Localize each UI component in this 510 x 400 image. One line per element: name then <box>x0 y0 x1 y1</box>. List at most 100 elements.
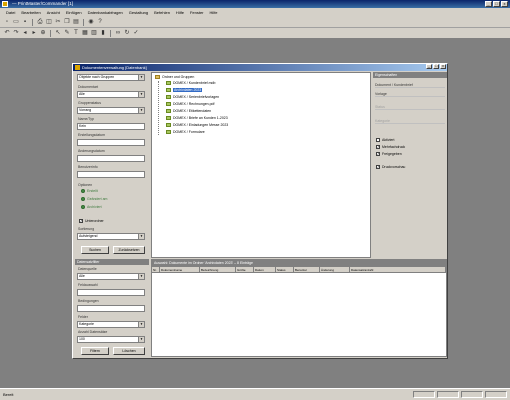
zoom-icon[interactable]: ⊕ <box>39 29 47 37</box>
tree-item[interactable]: DOMEX / Briefe an Kunden 1-2023 <box>166 116 228 120</box>
chevron-down-icon[interactable]: ▼ <box>138 337 144 342</box>
pencil-icon[interactable]: ✎ <box>63 29 71 37</box>
multi-print-checkbox[interactable]: ✓ Mehrfachdruck <box>376 145 405 149</box>
select-icon[interactable]: ↖ <box>54 29 62 37</box>
paste-icon[interactable]: ▤ <box>72 18 80 26</box>
column-header[interactable]: Benutzer <box>294 267 320 272</box>
table-icon[interactable]: ▥ <box>90 29 98 37</box>
column-header[interactable]: Datum <box>254 267 276 272</box>
menu-item-einfuegen[interactable]: Einfügen <box>63 8 85 17</box>
child-maximize-button[interactable]: □ <box>433 64 439 69</box>
preview-checkbox[interactable]: ✓ Druckvorschau <box>376 165 405 169</box>
toolbar-separator <box>110 29 111 37</box>
save-icon[interactable]: ▪ <box>21 18 29 26</box>
conditions-input[interactable] <box>77 305 145 312</box>
column-header[interactable]: Dokumentname <box>160 267 200 272</box>
radio-created[interactable]: Erstellt <box>81 189 98 193</box>
chevron-down-icon[interactable]: ▼ <box>138 274 144 279</box>
property-template[interactable]: Vorlage <box>375 91 445 97</box>
radio-archived[interactable]: Archiviert <box>81 205 102 209</box>
toolbar-separator <box>32 18 33 26</box>
radio-archived-label: Archiviert <box>87 205 102 209</box>
arrow-right-icon[interactable]: ▸ <box>30 29 38 37</box>
refresh-icon[interactable]: ↻ <box>123 29 131 37</box>
menu-item-hilfe-2[interactable]: Hilfe <box>207 8 221 17</box>
data-source-label: Datenquelle <box>78 267 97 271</box>
menu-item-datenbankabfragen[interactable]: Datenbankabfragen <box>85 8 126 17</box>
minimize-button[interactable]: _ <box>485 1 492 7</box>
menu-item-hilfe[interactable]: Hilfe <box>173 8 187 17</box>
tree-item[interactable]: DOMEX / Rechnungen.pdf <box>166 102 214 106</box>
child-minimize-button[interactable]: _ <box>426 64 432 69</box>
reset-button[interactable]: Zurücksetzen <box>113 246 145 254</box>
user-info-input[interactable] <box>77 171 145 178</box>
data-source-select[interactable]: Alle ▼ <box>77 273 145 280</box>
doc-type-select[interactable]: Alle ▼ <box>77 91 145 98</box>
field-select-input[interactable] <box>77 289 145 296</box>
cut-icon[interactable]: ✂ <box>54 18 62 26</box>
menu-item-gestaltung[interactable]: Gestaltung <box>126 8 151 17</box>
chart-icon[interactable]: ▮ <box>99 29 107 37</box>
undo-icon[interactable]: ↶ <box>3 29 11 37</box>
filter-header: Datensatzfilter <box>75 259 149 265</box>
redo-icon[interactable]: ↷ <box>12 29 20 37</box>
tree-item[interactable]: DOMEX / Etikettendaten <box>166 109 211 113</box>
name-type-input[interactable]: Kein <box>77 123 145 130</box>
column-header[interactable]: Nr. <box>152 267 160 272</box>
tree-item[interactable]: DOMEX / Kundenbrief.mdb <box>166 81 215 85</box>
open-icon[interactable]: ▭ <box>12 18 20 26</box>
print-icon[interactable]: ⎙ <box>36 18 44 26</box>
column-header[interactable]: Datensatzanzahl <box>350 267 446 272</box>
property-status[interactable]: Status <box>375 104 445 110</box>
menu-item-ansicht[interactable]: Ansicht <box>44 8 63 17</box>
column-header[interactable]: Größe <box>236 267 254 272</box>
link-icon[interactable]: ∞ <box>114 29 122 37</box>
check-icon[interactable]: ✓ <box>132 29 140 37</box>
tree-item[interactable]: DOMEX / Formulare <box>166 130 205 134</box>
sort-select[interactable]: Aufsteigend ▼ <box>77 233 145 240</box>
tree-item[interactable]: DOMEX / Serienbriefvorlagen <box>166 95 219 99</box>
chevron-down-icon[interactable]: ▼ <box>138 92 144 97</box>
preview-icon[interactable]: ◫ <box>45 18 53 26</box>
group-status-select[interactable]: Vorrang ▼ <box>77 107 145 114</box>
menu-item-bearbeiten[interactable]: Bearbeiten <box>18 8 43 17</box>
grid-icon[interactable]: ▦ <box>81 29 89 37</box>
modified-date-input[interactable] <box>77 155 145 162</box>
column-header[interactable]: Bezeichnung <box>200 267 236 272</box>
copy-icon[interactable]: ❐ <box>63 18 71 26</box>
tree-item-selected[interactable]: Archivdaten 2023 <box>166 88 203 92</box>
maximize-button[interactable]: □ <box>493 1 500 7</box>
property-document[interactable]: Dokument / Kundenbrief <box>375 82 445 88</box>
record-count-select[interactable]: 100 ▼ <box>77 336 145 343</box>
property-category[interactable]: Kategorie <box>375 118 445 124</box>
menu-item-befehlen[interactable]: Befehlen <box>151 8 173 17</box>
text-icon[interactable]: T <box>72 29 80 37</box>
column-header[interactable]: Status <box>276 267 294 272</box>
new-icon[interactable]: ▫ <box>3 18 11 26</box>
tree-item[interactable]: DOMEX / Einladungen Messe 2023 <box>166 123 228 127</box>
chevron-down-icon[interactable]: ▼ <box>138 322 144 327</box>
doc-type-value: Alle <box>79 92 85 96</box>
column-header[interactable]: Änderung <box>320 267 350 272</box>
arrow-left-icon[interactable]: ◂ <box>21 29 29 37</box>
subfolder-checkbox[interactable]: ✓ Unterordner <box>79 219 104 223</box>
close-button[interactable]: x <box>501 1 508 7</box>
chevron-down-icon[interactable]: ▼ <box>138 75 144 80</box>
created-date-input[interactable] <box>77 139 145 146</box>
database-icon[interactable]: ◉ <box>87 18 95 26</box>
filter-button[interactable]: Filtern <box>81 347 109 355</box>
search-button[interactable]: Suchen <box>81 246 109 254</box>
released-checkbox[interactable]: ✓ Freigegeben <box>376 152 402 156</box>
radio-modified[interactable]: Geändert am <box>81 197 107 201</box>
help-icon[interactable]: ? <box>96 18 104 26</box>
chevron-down-icon[interactable]: ▼ <box>138 108 144 113</box>
chevron-down-icon[interactable]: ▼ <box>138 234 144 239</box>
clear-button[interactable]: Löschen <box>113 347 145 355</box>
menu-item-fenster[interactable]: Fenster <box>187 8 207 17</box>
child-close-button[interactable]: x <box>440 64 446 69</box>
object-view-select[interactable]: Objekte nach Gruppen ▼ <box>77 74 145 81</box>
activated-checkbox[interactable]: Aktiviert <box>376 138 394 142</box>
fields-select[interactable]: Kategorie ▼ <box>77 321 145 328</box>
tree-root[interactable]: Ordner und Gruppen <box>155 75 194 79</box>
menu-item-datei[interactable]: Datei <box>3 8 18 17</box>
